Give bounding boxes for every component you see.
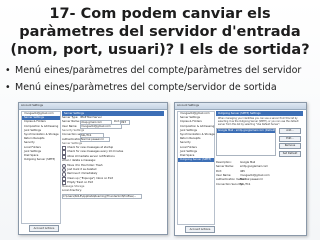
outgoing-server-screenshot: Account Settings mvogavibl@gmail.com Ser… (174, 102, 307, 236)
bullet-dot-icon: • (5, 82, 11, 93)
account-actions-button[interactable]: Account Actions (185, 226, 215, 233)
outgoing-server-pane: Outgoing Server (SMTP) Settings When man… (216, 111, 303, 225)
account-tree: mvogavibl@gmail.com Server Settings Copi… (21, 111, 61, 224)
detail-row: Connection Security: SSL/TLS (216, 183, 303, 187)
server-settings-screenshot: Account Settings mvogavibl@gmail.com Ser… (18, 102, 168, 235)
add-server-button[interactable]: Add... (279, 128, 301, 135)
smtp-server-list[interactable]: Google Mail - smtp.googlemail.com (Defau… (216, 128, 276, 157)
server-list-buttons: Add... Edit... Remove Set Default (279, 128, 301, 157)
bullet-item: • Menú eines/paràmetres del compte/servi… (5, 81, 317, 94)
window-title: Account Settings (175, 103, 306, 110)
bullet-item: • Menú eines/paràmetres del compte/paràm… (5, 64, 317, 77)
settings-row: C:\Users\SOLE\AppData\Roaming\Thunderbir… (62, 193, 164, 199)
bullet-dot-icon: • (5, 65, 11, 76)
auth-method-select[interactable]: Normal password (80, 137, 110, 143)
detail-value: SSL/TLS (240, 182, 251, 186)
edit-server-button[interactable]: Edit... (279, 135, 301, 142)
server-settings-pane: Server Settings Server Type: IMAP Mail S… (62, 111, 164, 224)
slide-title: 17- Com podem canviar els paràmetres del… (10, 6, 310, 58)
account-actions-button[interactable]: Account Actions (29, 225, 59, 232)
smtp-server-entry[interactable]: Google Mail - smtp.googlemail.com (Defau… (217, 129, 275, 133)
outgoing-description: When managing your identities you can us… (218, 117, 299, 127)
user-name-input[interactable]: mvogavibl@gmail.com (80, 124, 122, 130)
bullet-text: Menú eines/paràmetres del compte/paràmet… (15, 65, 302, 76)
server-details: Description: Google Mail Server Name: smtp… (216, 161, 303, 187)
server-list-area: Google Mail - smtp.googlemail.com (Defau… (216, 128, 303, 157)
bullet-list: • Menú eines/paràmetres del compte/paràm… (5, 64, 317, 98)
remove-server-button[interactable]: Remove (279, 143, 301, 150)
detail-label: Connection Security: (216, 182, 243, 186)
window-title: Account Settings (19, 103, 167, 110)
tree-item-outgoing-server[interactable]: Outgoing Server (SMTP) (178, 158, 214, 163)
set-default-button[interactable]: Set Default (279, 150, 301, 157)
local-directory-input[interactable]: C:\Users\SOLE\AppData\Roaming\Thunderbir… (62, 193, 142, 199)
account-tree: mvogavibl@gmail.com Server Settings Copi… (177, 111, 215, 225)
bullet-text: Menú eines/paràmetres del compte/servido… (15, 82, 277, 93)
tree-item[interactable]: Outgoing Server (SMTP) (22, 158, 60, 162)
